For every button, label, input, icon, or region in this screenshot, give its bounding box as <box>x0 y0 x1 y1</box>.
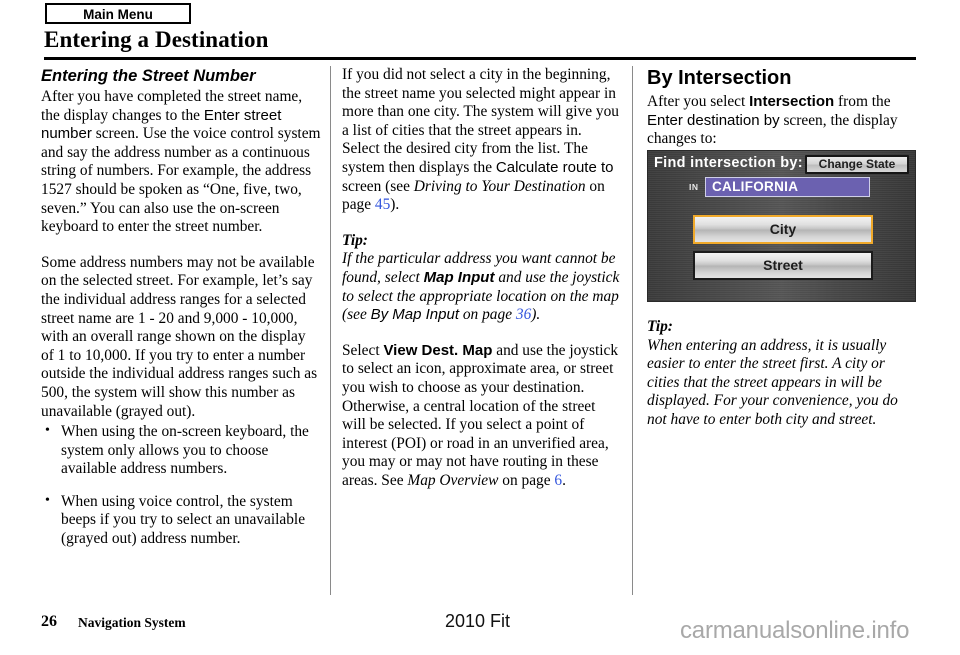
text-fragment: screen (see <box>342 177 414 195</box>
text-fragment: on page <box>459 306 516 324</box>
ui-term-view-dest-map: View Dest. Map <box>383 341 493 359</box>
paragraph-address-ranges: Some address numbers may not be availabl… <box>41 253 318 420</box>
paragraph-by-intersection-intro: After you select Intersection from the E… <box>647 93 919 149</box>
nav-state-field[interactable]: CALIFORNIA <box>705 177 870 197</box>
text-fragment: Select <box>342 341 384 359</box>
text-fragment: on page <box>498 471 555 489</box>
text-fragment: ). <box>531 306 541 324</box>
bullet-list-address-notes: When using the on-screen keyboard, the s… <box>41 422 321 549</box>
section-heading-street-number: Entering the Street Number <box>41 67 256 85</box>
text-fragment: ). <box>390 196 400 214</box>
page-link-36[interactable]: 36 <box>516 306 531 323</box>
ui-term-map-input: Map Input <box>423 268 495 286</box>
section-heading-by-intersection: By Intersection <box>647 67 792 89</box>
footer-watermark: carmanualsonline.info <box>680 617 910 644</box>
nav-in-label: IN <box>689 182 699 192</box>
text-fragment: After you select <box>647 93 750 110</box>
text-fragment: and use the joystick to select an icon, … <box>342 341 619 489</box>
navigation-screen-screenshot: Find intersection by: Change State IN CA… <box>647 150 916 302</box>
footer-model-year: 2010 Fit <box>445 611 511 631</box>
page-title: Entering a Destination <box>44 27 269 52</box>
nav-find-intersection-label: Find intersection by: <box>654 155 803 171</box>
title-divider-rule <box>44 57 916 60</box>
tip-body-enter-street-first: When entering an address, it is usually … <box>647 336 898 428</box>
cross-reference-by-map-input: By Map Input <box>370 306 460 324</box>
nav-street-button[interactable]: Street <box>693 251 873 280</box>
list-item: When using the on-screen keyboard, the s… <box>41 422 321 479</box>
ui-term-intersection: Intersection <box>749 93 835 110</box>
page-link-6[interactable]: 6 <box>554 472 562 489</box>
column-divider-2 <box>632 66 633 595</box>
tip-label: Tip: <box>342 231 368 249</box>
ui-term-enter-destination-by: Enter destination by <box>647 111 780 129</box>
tip-body-map-input: If the particular address you want canno… <box>342 250 621 324</box>
tip-label: Tip: <box>647 318 673 335</box>
text-fragment: . <box>562 471 566 489</box>
paragraph-city-list: If you did not select a city in the begi… <box>342 66 621 215</box>
text-fragment: from the <box>834 93 891 110</box>
column-two: If you did not select a city in the begi… <box>342 66 621 507</box>
column-one: Entering the Street Number After you hav… <box>41 66 321 563</box>
footer-manual-label: Navigation System <box>78 615 186 630</box>
nav-change-state-button[interactable]: Change State <box>805 155 909 174</box>
footer-page-number: 26 <box>41 613 57 630</box>
column-three-tip-block: Tip: When entering an address, it is usu… <box>647 318 919 447</box>
page-link-45[interactable]: 45 <box>375 196 390 213</box>
paragraph-view-dest-map: Select View Dest. Map and use the joysti… <box>342 342 621 491</box>
cross-reference-title: Driving to Your Destination <box>413 177 586 195</box>
column-three: By Intersection After you select Interse… <box>647 66 919 149</box>
nav-city-button[interactable]: City <box>693 215 873 244</box>
cross-reference-map-overview: Map Overview <box>407 471 499 489</box>
column-divider-1 <box>330 66 331 595</box>
paragraph-street-number: After you have completed the street name… <box>41 88 321 237</box>
list-item: When using voice control, the system bee… <box>41 492 321 549</box>
ui-term-calculate-route-to: Calculate route to <box>495 158 614 176</box>
main-menu-button[interactable]: Main Menu <box>45 3 191 24</box>
